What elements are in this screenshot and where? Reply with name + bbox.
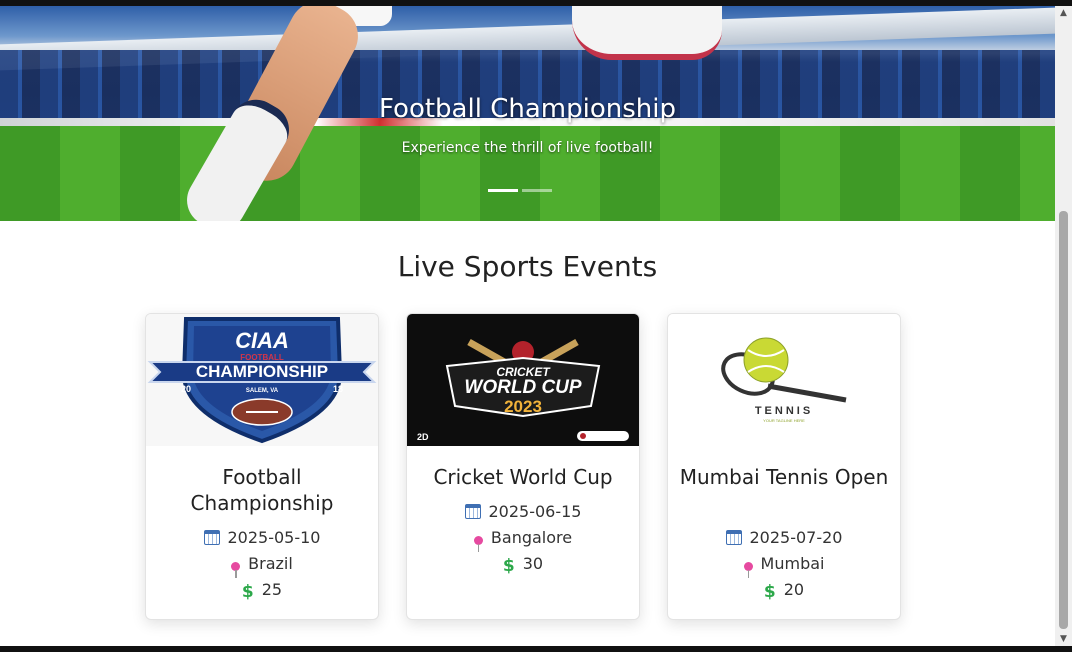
hero-subtitle: Experience the thrill of live football!: [401, 140, 654, 156]
dollar-icon: $: [502, 556, 515, 576]
event-date: 2025-06-15: [407, 502, 639, 521]
svg-text:YOUR TAGLINE HERE: YOUR TAGLINE HERE: [763, 418, 805, 423]
dollar-icon: $: [241, 582, 254, 602]
event-name: Cricket World Cup: [433, 465, 613, 489]
event-location: Brazil: [146, 554, 378, 578]
svg-text:18: 18: [333, 384, 343, 394]
carousel-indicators: [488, 189, 552, 192]
scroll-down-icon[interactable]: ▼: [1055, 632, 1072, 646]
event-price: $20: [763, 580, 805, 602]
section-title: Live Sports Events: [397, 250, 658, 283]
event-date: 2025-07-20: [668, 528, 900, 547]
scrollbar-thumb[interactable]: [1059, 211, 1068, 629]
calendar-icon: [464, 504, 481, 519]
svg-text:SALEM, VA: SALEM, VA: [246, 388, 279, 394]
page-viewport: Football Championship Experience the thr…: [0, 6, 1055, 646]
hero-carousel[interactable]: Football Championship Experience the thr…: [0, 6, 1055, 221]
svg-text:TENNIS: TENNIS: [755, 405, 813, 417]
svg-text:2D: 2D: [417, 432, 429, 442]
svg-text:FOOTBALL: FOOTBALL: [240, 353, 284, 362]
svg-text:2023: 2023: [504, 397, 542, 416]
vertical-scrollbar[interactable]: ▲ ▼: [1055, 6, 1072, 646]
pin-icon: [231, 562, 241, 578]
event-location: Mumbai: [668, 554, 900, 578]
event-card[interactable]: CIAA FOOTBALL CHAMPIONSHIP 20 18 SALEM, …: [145, 313, 379, 620]
carousel-indicator-1[interactable]: [488, 189, 518, 192]
calendar-icon: [203, 530, 220, 545]
svg-text:20: 20: [181, 384, 191, 394]
event-date: 2025-05-10: [146, 528, 378, 547]
carousel-indicator-2[interactable]: [522, 189, 552, 192]
event-price: $25: [241, 580, 283, 602]
svg-text:CIAA: CIAA: [235, 328, 289, 353]
svg-text:CHAMPIONSHIP: CHAMPIONSHIP: [196, 362, 328, 381]
event-logo-tennis: TENNIS YOUR TAGLINE HERE: [668, 314, 900, 446]
scroll-up-icon[interactable]: ▲: [1055, 6, 1072, 20]
hero-title: Football Championship: [379, 94, 676, 124]
event-name: Mumbai Tennis Open: [679, 465, 889, 489]
dollar-icon: $: [763, 582, 776, 602]
calendar-icon: [725, 530, 742, 545]
event-name: Football Championship: [190, 465, 334, 515]
event-logo-cricket: CRICKET WORLD CUP 2023 2D: [407, 314, 639, 446]
svg-text:WORLD CUP: WORLD CUP: [464, 377, 581, 398]
event-card[interactable]: CRICKET WORLD CUP 2023 2D Cricket World …: [406, 313, 640, 620]
player-boot: [572, 6, 722, 60]
pin-icon: [743, 562, 753, 578]
event-card[interactable]: TENNIS YOUR TAGLINE HERE Mumbai Tennis O…: [667, 313, 901, 620]
event-logo-football: CIAA FOOTBALL CHAMPIONSHIP 20 18 SALEM, …: [146, 314, 378, 446]
event-location: Bangalore: [407, 528, 639, 552]
event-price: $30: [502, 554, 544, 576]
pin-icon: [473, 536, 483, 552]
